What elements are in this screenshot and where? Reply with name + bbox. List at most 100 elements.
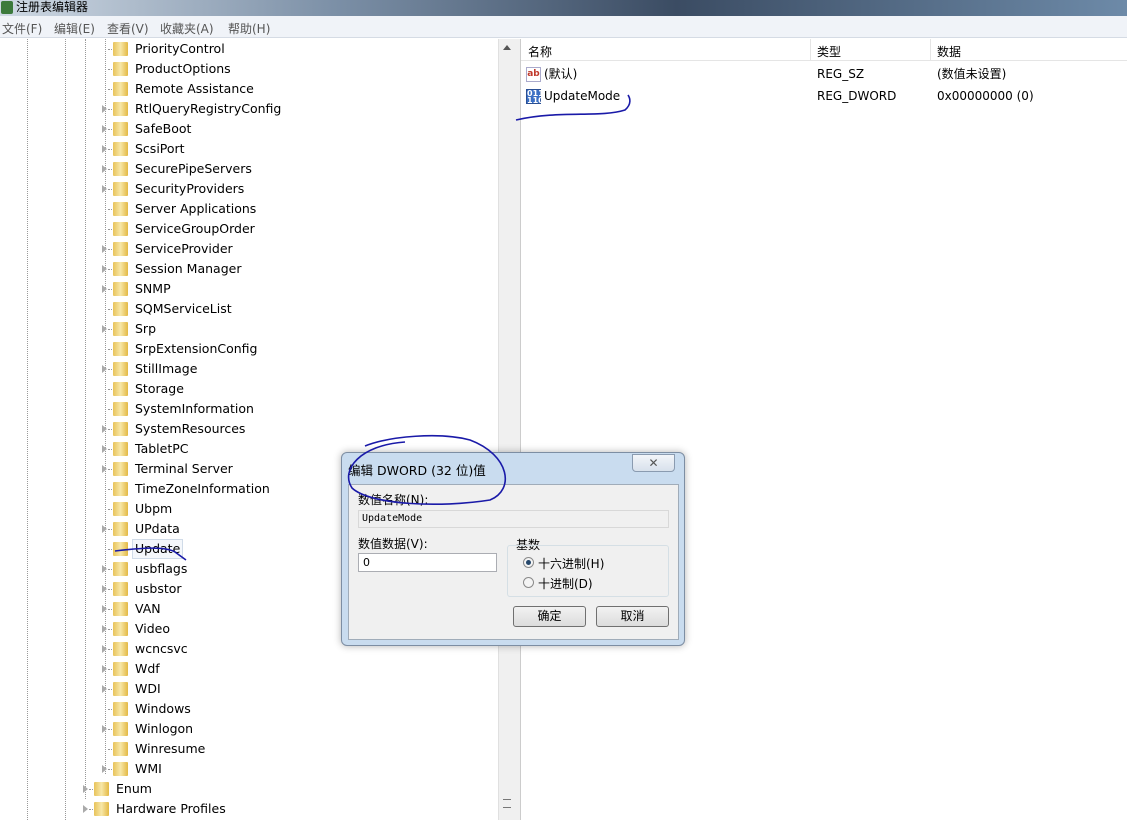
tree-item[interactable]: SQMServiceList: [0, 299, 498, 319]
list-row[interactable]: ab (默认) REG_SZ (数值未设置): [521, 63, 1127, 85]
ok-button[interactable]: 确定: [513, 606, 586, 627]
column-name[interactable]: 名称: [528, 43, 552, 60]
expand-arrow-icon[interactable]: [102, 245, 107, 253]
tree-item[interactable]: Session Manager: [0, 259, 498, 279]
expand-arrow-icon[interactable]: [102, 165, 107, 173]
expand-arrow-icon[interactable]: [102, 645, 107, 653]
expand-arrow-icon[interactable]: [102, 365, 107, 373]
folder-icon: [113, 642, 128, 656]
folder-icon: [113, 142, 128, 156]
decimal-label[interactable]: 十进制(D): [538, 575, 593, 592]
expand-arrow-icon[interactable]: [102, 665, 107, 673]
tree-item-label: Storage: [135, 381, 184, 396]
tree-item-label: StillImage: [135, 361, 198, 376]
expand-arrow-icon[interactable]: [102, 765, 107, 773]
tree-item[interactable]: Server Applications: [0, 199, 498, 219]
tree-item[interactable]: WMI: [0, 759, 498, 779]
tree-item[interactable]: RtlQueryRegistryConfig: [0, 99, 498, 119]
tree-item-label: Hardware Profiles: [116, 801, 226, 816]
expand-arrow-icon[interactable]: [102, 445, 107, 453]
tree-item[interactable]: Srp: [0, 319, 498, 339]
menu-edit[interactable]: 编辑(E): [54, 20, 95, 37]
tree-item[interactable]: SystemInformation: [0, 399, 498, 419]
expand-arrow-icon[interactable]: [102, 725, 107, 733]
expand-arrow-icon[interactable]: [102, 265, 107, 273]
string-value-icon: ab: [526, 67, 541, 82]
tree-item[interactable]: PriorityControl: [0, 39, 498, 59]
tree-item[interactable]: ServiceProvider: [0, 239, 498, 259]
column-type[interactable]: 类型: [817, 43, 841, 60]
cancel-button[interactable]: 取消: [596, 606, 669, 627]
menu-file[interactable]: 文件(F): [2, 20, 42, 37]
tree-item-label: SQMServiceList: [135, 301, 232, 316]
menu-view[interactable]: 查看(V): [107, 20, 149, 37]
tree-item[interactable]: WDI: [0, 679, 498, 699]
folder-icon: [94, 802, 109, 816]
tree-item-label: Wdf: [135, 661, 160, 676]
list-row[interactable]: 011 110 UpdateMode REG_DWORD 0x00000000 …: [521, 85, 1127, 107]
decimal-radio[interactable]: [523, 577, 534, 588]
tree-item[interactable]: SNMP: [0, 279, 498, 299]
tree-item[interactable]: Hardware Profiles: [0, 799, 498, 819]
expand-arrow-icon[interactable]: [102, 285, 107, 293]
expand-arrow-icon[interactable]: [102, 605, 107, 613]
list-header: 名称 类型 数据: [521, 39, 1127, 61]
tree-item[interactable]: Storage: [0, 379, 498, 399]
tree-item-label: Winlogon: [135, 721, 194, 736]
expand-arrow-icon[interactable]: [102, 185, 107, 193]
folder-icon: [113, 742, 128, 756]
binary-value-icon: 011 110: [526, 89, 544, 105]
tree-item[interactable]: ScsiPort: [0, 139, 498, 159]
tree-item[interactable]: Remote Assistance: [0, 79, 498, 99]
expand-arrow-icon[interactable]: [102, 585, 107, 593]
tree-item[interactable]: StillImage: [0, 359, 498, 379]
tree-item[interactable]: Winlogon: [0, 719, 498, 739]
tree-item[interactable]: SystemResources: [0, 419, 498, 439]
hex-radio[interactable]: [523, 557, 534, 568]
tree-item[interactable]: Enum: [0, 779, 498, 799]
folder-icon: [113, 282, 128, 296]
tree-item[interactable]: Windows: [0, 699, 498, 719]
expand-arrow-icon[interactable]: [102, 685, 107, 693]
tree-item[interactable]: ProductOptions: [0, 59, 498, 79]
menu-help[interactable]: 帮助(H): [228, 20, 270, 37]
tree-item[interactable]: SecurityProviders: [0, 179, 498, 199]
folder-icon: [113, 482, 128, 496]
expand-arrow-icon[interactable]: [83, 805, 88, 813]
tree-item[interactable]: SrpExtensionConfig: [0, 339, 498, 359]
tree-item-label: Ubpm: [135, 501, 173, 516]
expand-arrow-icon[interactable]: [102, 465, 107, 473]
expand-arrow-icon[interactable]: [102, 525, 107, 533]
column-data[interactable]: 数据: [937, 43, 961, 60]
expand-arrow-icon[interactable]: [83, 785, 88, 793]
folder-icon: [113, 322, 128, 336]
expand-arrow-icon[interactable]: [102, 105, 107, 113]
tree-scrollbar[interactable]: [498, 39, 515, 820]
tree-item[interactable]: SafeBoot: [0, 119, 498, 139]
value-data-input[interactable]: 0: [358, 553, 497, 572]
tree-item[interactable]: Wdf: [0, 659, 498, 679]
tree-item-label: Srp: [135, 321, 157, 336]
dialog-body: 数值名称(N): UpdateMode 数值数据(V): 0 基数 十六进制(H…: [348, 484, 679, 640]
tree-item[interactable]: SecurePipeServers: [0, 159, 498, 179]
scroll-grip-icon[interactable]: [503, 799, 511, 808]
expand-arrow-icon[interactable]: [102, 125, 107, 133]
close-button[interactable]: ✕: [632, 454, 675, 472]
expand-arrow-icon[interactable]: [102, 145, 107, 153]
folder-icon: [113, 622, 128, 636]
menu-favorites[interactable]: 收藏夹(A): [160, 20, 214, 37]
expand-arrow-icon[interactable]: [102, 325, 107, 333]
hex-label[interactable]: 十六进制(H): [538, 555, 604, 572]
expand-arrow-icon[interactable]: [102, 565, 107, 573]
regedit-icon: [1, 1, 13, 14]
folder-icon: [113, 442, 128, 456]
tree-item[interactable]: ServiceGroupOrder: [0, 219, 498, 239]
expand-arrow-icon[interactable]: [102, 625, 107, 633]
folder-icon: [113, 602, 128, 616]
folder-icon: [113, 762, 128, 776]
expand-arrow-icon[interactable]: [102, 425, 107, 433]
tree-item-label: SystemInformation: [135, 401, 254, 416]
folder-icon: [94, 782, 109, 796]
tree-item[interactable]: Winresume: [0, 739, 498, 759]
scroll-up-arrow-icon[interactable]: [503, 45, 511, 50]
